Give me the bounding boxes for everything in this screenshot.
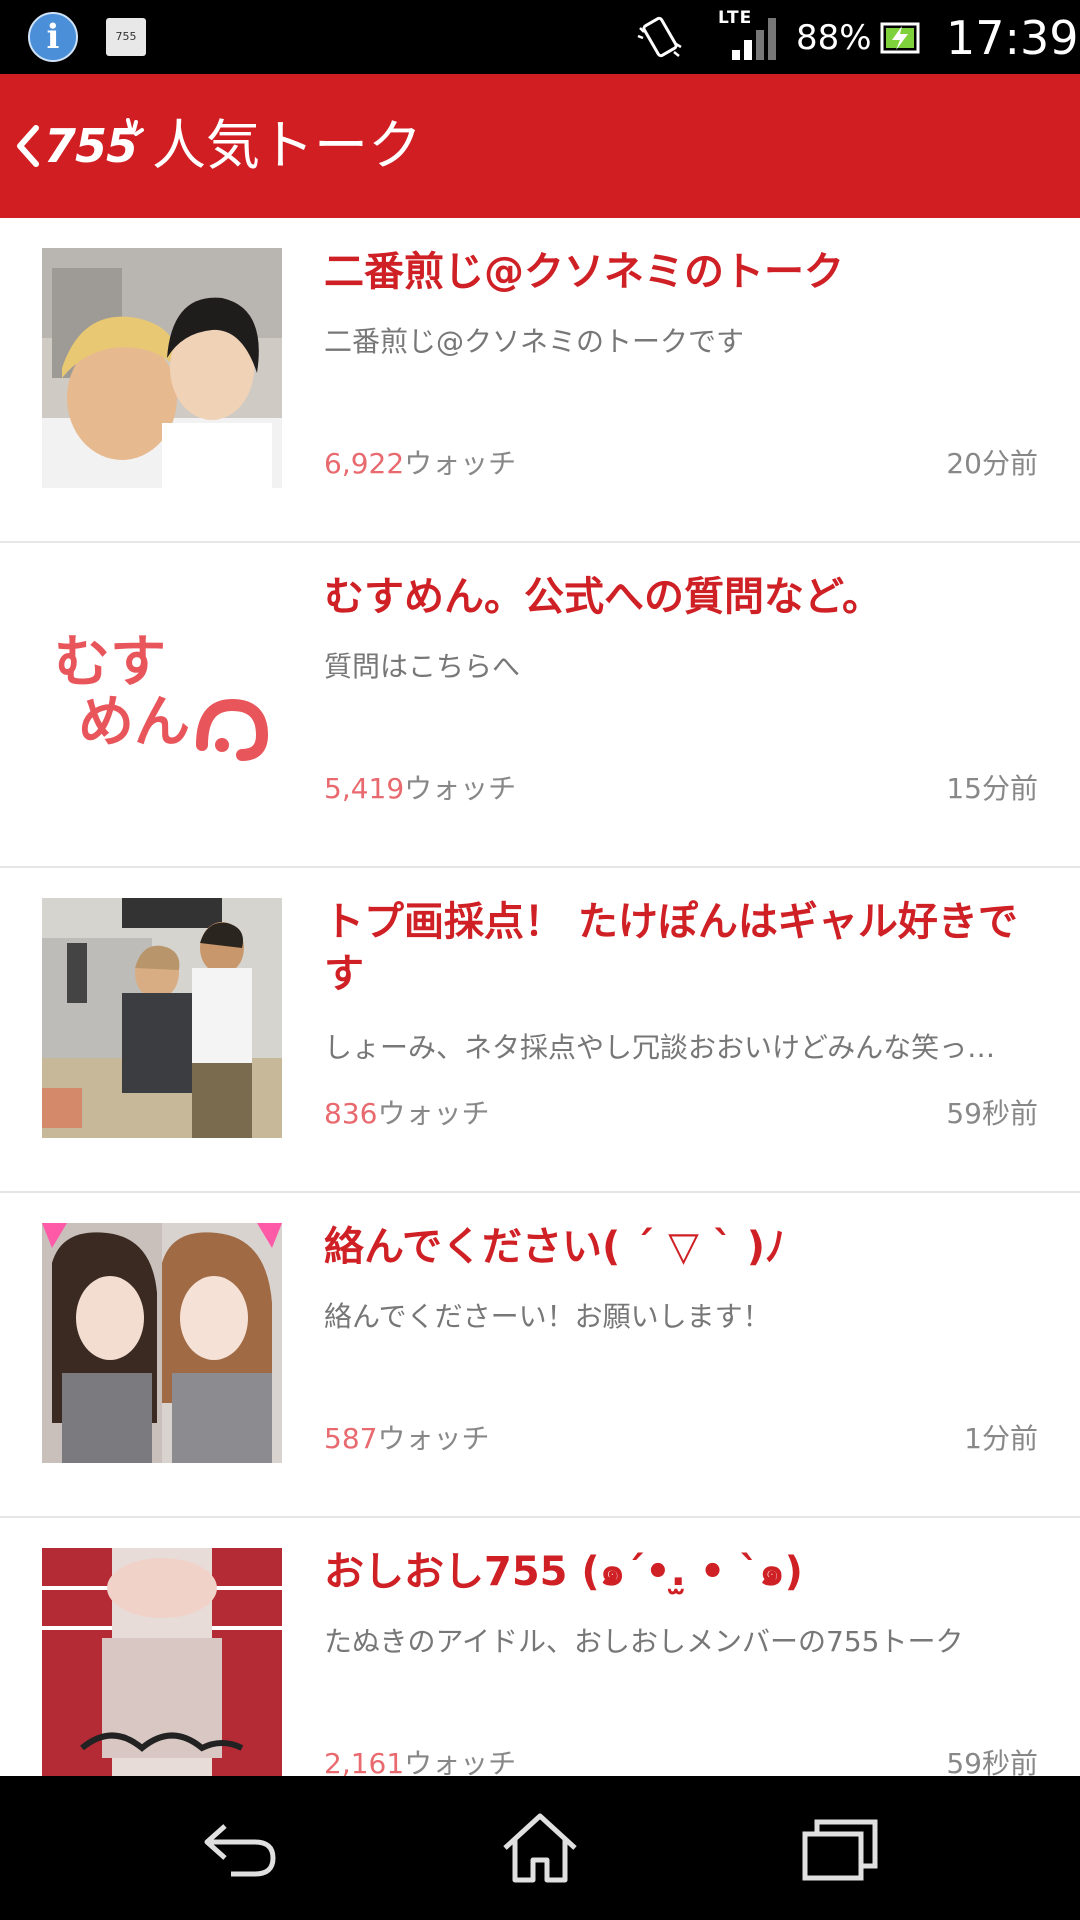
talk-thumbnail — [42, 1223, 282, 1463]
talk-list-item[interactable]: おしおし755 (๑´•.̫ • `๑) たぬきのアイドル、おしおしメンバーの7… — [0, 1518, 1080, 1776]
battery-icon — [880, 22, 920, 54]
watch-count-label: ウォッチ — [404, 447, 517, 480]
watch-count: 2,161ウォッチ — [324, 1744, 516, 1776]
back-icon[interactable] — [195, 1812, 285, 1884]
watch-count: 5,419ウォッチ — [324, 769, 516, 809]
thumbnail-logo-line1: むす — [54, 630, 166, 695]
status-bar: i 755 LTE 88% 17:39 — [0, 0, 1080, 74]
logo-spark-icon — [126, 118, 144, 136]
clock: 17:39 — [946, 11, 1079, 65]
thumbnail-logo-line2: めん — [78, 690, 190, 755]
watch-count: 6,922ウォッチ — [324, 444, 516, 484]
up-navigation-icon[interactable] — [12, 124, 42, 168]
watch-count-number: 836 — [324, 1097, 378, 1130]
talk-list-item[interactable]: 二番煎じ@クソネミのトーク 二番煎じ@クソネミのトークです 6,922ウォッチ … — [0, 218, 1080, 543]
updated-time: 15分前 — [946, 772, 1038, 805]
watch-count-number: 2,161 — [324, 1747, 405, 1776]
talk-thumbnail — [42, 1548, 282, 1776]
watch-count-number: 5,419 — [324, 772, 405, 805]
talk-title: おしおし755 (๑´•.̫ • `๑) — [324, 1549, 803, 1595]
talk-title: 絡んでください( ´ ▽ ` )ﾉ — [324, 1224, 786, 1270]
watch-count-label: ウォッチ — [377, 1422, 490, 1455]
battery-percent: 88% — [796, 18, 872, 58]
watch-count-label: ウォッチ — [404, 772, 517, 805]
info-icon: i — [28, 12, 78, 62]
thumbnail-swirl-icon — [196, 698, 269, 761]
app-755-icon: 755 — [106, 18, 146, 56]
talk-description: 質問はこちらへ — [324, 650, 521, 683]
updated-time: 20分前 — [946, 447, 1038, 480]
talk-thumbnail: むす めん — [42, 573, 282, 813]
talk-description: しょーみ、ネタ採点やし冗談おおいけどみんな笑っ… — [324, 1031, 996, 1064]
watch-count-label: ウォッチ — [377, 1097, 490, 1130]
talk-title: 二番煎じ@クソネミのトーク — [324, 249, 844, 295]
updated-time: 59秒前 — [946, 1097, 1038, 1130]
page-title: 人気トーク — [152, 114, 422, 177]
talk-description: 二番煎じ@クソネミのトークです — [324, 325, 745, 358]
home-icon[interactable] — [495, 1812, 585, 1884]
updated-time: 1分前 — [964, 1422, 1038, 1455]
watch-count: 836ウォッチ — [324, 1094, 489, 1134]
updated-time: 59秒前 — [946, 1747, 1038, 1776]
watch-count-number: 587 — [324, 1422, 378, 1455]
signal-icon — [732, 18, 776, 60]
watch-count-label: ウォッチ — [404, 1747, 517, 1776]
talk-thumbnail — [42, 248, 282, 488]
system-navigation-bar — [0, 1776, 1080, 1920]
recent-apps-icon[interactable] — [795, 1812, 885, 1884]
thumbnail-logo-text: むす めん — [54, 633, 190, 753]
talk-list-item[interactable]: トプ画採点！ たけぽんはギャル好きです しょーみ、ネタ採点やし冗談おおいけどみん… — [0, 868, 1080, 1193]
vibrate-icon — [637, 16, 682, 58]
talk-list-item[interactable]: 絡んでください( ´ ▽ ` )ﾉ 絡んでくださーい！お願いします！ 587ウォ… — [0, 1193, 1080, 1518]
watch-count: 587ウォッチ — [324, 1419, 489, 1459]
talk-description: たぬきのアイドル、おしおしメンバーの755トーク — [324, 1625, 964, 1658]
talk-description: 絡んでくださーい！お願いします！ — [324, 1300, 771, 1333]
talk-list-item[interactable]: むす めん むすめん。公式への質問など。 質問はこちらへ 5,419ウォッチ 1… — [0, 543, 1080, 868]
app-bar: 755 人気トーク — [0, 74, 1080, 218]
talk-list[interactable]: 二番煎じ@クソネミのトーク 二番煎じ@クソネミのトークです 6,922ウォッチ … — [0, 218, 1080, 1776]
watch-count-number: 6,922 — [324, 447, 405, 480]
talk-thumbnail — [42, 898, 282, 1138]
talk-title: トプ画採点！ たけぽんはギャル好きです — [324, 899, 1018, 997]
talk-title: むすめん。公式への質問など。 — [324, 574, 882, 620]
